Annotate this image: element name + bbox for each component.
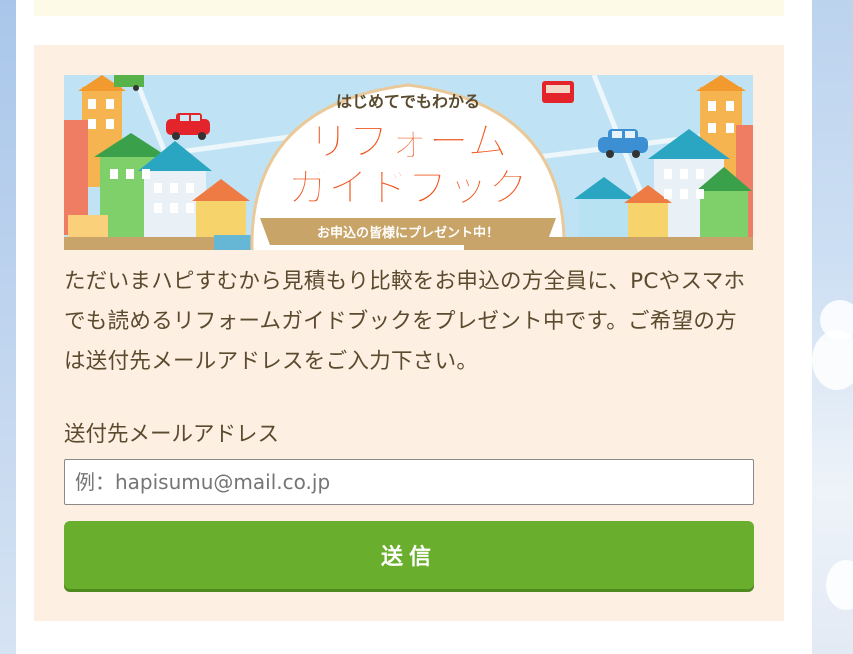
banner-subtitle: はじめてでもわかる bbox=[336, 92, 480, 111]
submit-button[interactable]: 送信 bbox=[64, 521, 754, 589]
email-field[interactable] bbox=[64, 459, 754, 505]
guidebook-banner: はじめてでもわかる リフォーム ガイドブック お申込の皆様にプレゼント中！ bbox=[64, 75, 753, 250]
banner-title-line1: リフォーム bbox=[309, 119, 508, 165]
guidebook-description: ただいまハピすむから見積もり比較をお申込の方全員に、PCやスマホでも読めるリフォ… bbox=[64, 269, 746, 374]
background-left-strip bbox=[0, 0, 16, 654]
background-sky bbox=[812, 0, 853, 654]
email-field-label: 送付先メールアドレス bbox=[64, 422, 280, 447]
banner-title-line2: ガイドブック bbox=[288, 165, 528, 211]
previous-section-box bbox=[34, 0, 784, 16]
